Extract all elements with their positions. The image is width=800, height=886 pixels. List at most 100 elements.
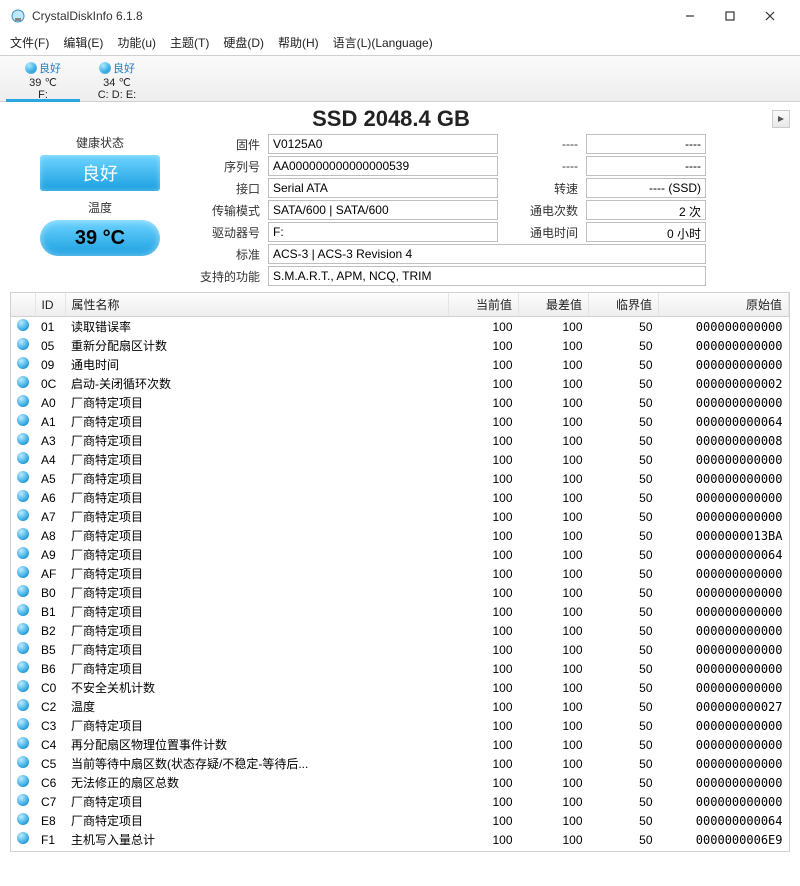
table-row[interactable]: F2主机读取量总计10010050000000000592	[11, 849, 789, 852]
cell-worst: 100	[519, 431, 589, 450]
cell-raw: 000000000027	[659, 697, 789, 716]
table-row[interactable]: F1主机写入量总计100100500000000006E9	[11, 830, 789, 849]
close-button[interactable]	[750, 6, 790, 26]
th-name[interactable]: 属性名称	[65, 293, 449, 317]
cell-id: B0	[35, 583, 65, 602]
cell-raw: 000000000000	[659, 621, 789, 640]
standard-label: 标准	[194, 246, 264, 263]
cell-current: 100	[449, 336, 519, 355]
menu-file[interactable]: 文件(F)	[10, 34, 49, 51]
table-row[interactable]: 05重新分配扇区计数10010050000000000000	[11, 336, 789, 355]
temperature-box[interactable]: 39 °C	[40, 220, 160, 256]
table-row[interactable]: A8厂商特定项目100100500000000013BA	[11, 526, 789, 545]
table-row[interactable]: B1厂商特定项目10010050000000000000	[11, 602, 789, 621]
menu-bar: 文件(F) 编辑(E) 功能(u) 主题(T) 硬盘(D) 帮助(H) 语言(L…	[0, 30, 800, 56]
dash-label-2: ----	[502, 159, 582, 173]
status-orb-icon	[17, 718, 29, 730]
cell-worst: 100	[519, 621, 589, 640]
cell-threshold: 50	[589, 716, 659, 735]
table-row[interactable]: A5厂商特定项目10010050000000000000	[11, 469, 789, 488]
cell-current: 100	[449, 849, 519, 852]
cell-worst: 100	[519, 526, 589, 545]
cell-worst: 100	[519, 317, 589, 337]
cell-threshold: 50	[589, 431, 659, 450]
table-row[interactable]: 09通电时间10010050000000000000	[11, 355, 789, 374]
table-row[interactable]: 01读取错误率10010050000000000000	[11, 317, 789, 337]
table-row[interactable]: AF厂商特定项目10010050000000000000	[11, 564, 789, 583]
drive-letter-label: 驱动器号	[194, 224, 264, 241]
table-row[interactable]: A0厂商特定项目10010050000000000000	[11, 393, 789, 412]
cell-threshold: 50	[589, 526, 659, 545]
status-orb-icon	[17, 528, 29, 540]
table-row[interactable]: B0厂商特定项目10010050000000000000	[11, 583, 789, 602]
cell-raw: 000000000064	[659, 412, 789, 431]
cell-current: 100	[449, 697, 519, 716]
menu-disk[interactable]: 硬盘(D)	[223, 34, 264, 51]
cell-name: 主机写入量总计	[65, 830, 449, 849]
cell-id: A5	[35, 469, 65, 488]
smart-table[interactable]: ID 属性名称 当前值 最差值 临界值 原始值 01读取错误率100100500…	[10, 292, 790, 852]
table-row[interactable]: C6无法修正的扇区总数10010050000000000000	[11, 773, 789, 792]
th-threshold[interactable]: 临界值	[589, 293, 659, 317]
cell-raw: 000000000008	[659, 431, 789, 450]
th-id[interactable]: ID	[35, 293, 65, 317]
maximize-button[interactable]	[710, 6, 750, 26]
menu-function[interactable]: 功能(u)	[117, 34, 156, 51]
firmware-value: V0125A0	[268, 134, 498, 154]
drive-tab-1[interactable]: 良好 34 ℃ C: D: E:	[80, 58, 154, 101]
cell-name: 厂商特定项目	[65, 716, 449, 735]
status-orb-icon	[17, 623, 29, 635]
menu-edit[interactable]: 编辑(E)	[63, 34, 103, 51]
cell-raw: 000000000000	[659, 735, 789, 754]
cell-current: 100	[449, 317, 519, 337]
table-row[interactable]: E8厂商特定项目10010050000000000064	[11, 811, 789, 830]
cell-threshold: 50	[589, 811, 659, 830]
cell-raw: 000000000000	[659, 355, 789, 374]
table-row[interactable]: C5当前等待中扇区数(状态存疑/不稳定-等待后...10010050000000…	[11, 754, 789, 773]
cell-worst: 100	[519, 659, 589, 678]
th-worst[interactable]: 最差值	[519, 293, 589, 317]
next-disk-button[interactable]	[772, 110, 790, 128]
cell-current: 100	[449, 754, 519, 773]
table-row[interactable]: C3厂商特定项目10010050000000000000	[11, 716, 789, 735]
status-orb-icon	[25, 62, 37, 74]
minimize-button[interactable]	[670, 6, 710, 26]
cell-name: 主机读取量总计	[65, 849, 449, 852]
cell-current: 100	[449, 678, 519, 697]
cell-worst: 100	[519, 811, 589, 830]
status-orb-icon	[17, 433, 29, 445]
health-status-box[interactable]: 良好	[40, 155, 160, 191]
cell-raw: 000000000000	[659, 393, 789, 412]
table-row[interactable]: A6厂商特定项目10010050000000000000	[11, 488, 789, 507]
table-row[interactable]: A4厂商特定项目10010050000000000000	[11, 450, 789, 469]
table-row[interactable]: A1厂商特定项目10010050000000000064	[11, 412, 789, 431]
th-raw[interactable]: 原始值	[659, 293, 789, 317]
status-orb-icon	[17, 775, 29, 787]
table-row[interactable]: B5厂商特定项目10010050000000000000	[11, 640, 789, 659]
table-row[interactable]: A7厂商特定项目10010050000000000000	[11, 507, 789, 526]
table-row[interactable]: A9厂商特定项目10010050000000000064	[11, 545, 789, 564]
table-row[interactable]: C0不安全关机计数10010050000000000000	[11, 678, 789, 697]
table-row[interactable]: B2厂商特定项目10010050000000000000	[11, 621, 789, 640]
menu-language[interactable]: 语言(L)(Language)	[333, 34, 433, 51]
status-orb-icon	[17, 851, 29, 852]
menu-theme[interactable]: 主题(T)	[170, 34, 209, 51]
table-row[interactable]: 0C启动-关闭循环次数10010050000000000002	[11, 374, 789, 393]
drive-tab-0[interactable]: 良好 39 ℃ F:	[6, 58, 80, 101]
status-orb-icon	[17, 414, 29, 426]
cell-id: A7	[35, 507, 65, 526]
status-orb-icon	[17, 699, 29, 711]
table-row[interactable]: B6厂商特定项目10010050000000000000	[11, 659, 789, 678]
table-row[interactable]: C4再分配扇区物理位置事件计数10010050000000000000	[11, 735, 789, 754]
cell-current: 100	[449, 374, 519, 393]
cell-id: B5	[35, 640, 65, 659]
table-row[interactable]: A3厂商特定项目10010050000000000008	[11, 431, 789, 450]
cell-name: 厂商特定项目	[65, 507, 449, 526]
cell-id: A9	[35, 545, 65, 564]
th-current[interactable]: 当前值	[449, 293, 519, 317]
cell-raw: 000000000000	[659, 450, 789, 469]
table-row[interactable]: C7厂商特定项目10010050000000000000	[11, 792, 789, 811]
menu-help[interactable]: 帮助(H)	[278, 34, 319, 51]
table-row[interactable]: C2温度10010050000000000027	[11, 697, 789, 716]
cell-id: B6	[35, 659, 65, 678]
